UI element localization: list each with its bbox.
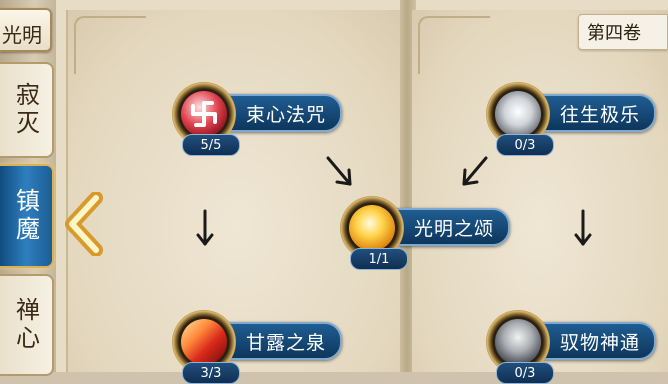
skill-progress: 1/1 <box>368 251 390 267</box>
tab-label: 寂灭 <box>11 82 40 138</box>
grey-spirit-icon <box>495 319 541 365</box>
tab-guangming-partial[interactable]: 光明 <box>0 8 52 52</box>
arrow-down-icon <box>196 209 214 246</box>
tab-label: 镇魔 <box>11 188 40 244</box>
skill-progress: 0/3 <box>514 137 536 153</box>
skill-progress-badge: 3/3 <box>182 362 240 384</box>
skill-progress-badge: 0/3 <box>496 362 554 384</box>
volume-tab[interactable]: 第四卷 <box>578 14 668 50</box>
golden-light-icon <box>349 205 395 251</box>
page-corner-ornament <box>418 16 490 74</box>
tab-chanxin[interactable]: 禅心 <box>0 274 54 376</box>
arrow-down-left-icon <box>462 156 488 186</box>
white-lotus-icon <box>495 91 541 137</box>
skill-progress-badge: 1/1 <box>350 248 408 270</box>
tab-jimie[interactable]: 寂灭 <box>0 62 54 158</box>
arrow-down-icon <box>574 209 592 246</box>
tab-label: 光明 <box>2 23 42 47</box>
tab-label: 禅心 <box>11 297 40 353</box>
skill-node-yuwu-shentong[interactable]: 驭物神通 0/3 <box>486 310 668 384</box>
crimson-blade-icon <box>181 319 227 365</box>
skill-progress-badge: 0/3 <box>496 134 554 156</box>
skill-progress: 3/3 <box>200 365 222 381</box>
red-swirl-icon <box>181 91 227 137</box>
skill-node-wangsheng-jile[interactable]: 往生极乐 0/3 <box>486 82 668 156</box>
skill-progress: 5/5 <box>200 137 222 153</box>
skill-node-ganlu-zhiquan[interactable]: 甘露之泉 3/3 <box>172 310 352 384</box>
chevron-left-icon[interactable] <box>62 192 106 256</box>
skill-progress-badge: 5/5 <box>182 134 240 156</box>
page-corner-ornament <box>74 16 146 74</box>
skill-progress: 0/3 <box>514 365 536 381</box>
skill-node-guangming-zhisong[interactable]: 光明之颂 1/1 <box>340 196 522 270</box>
volume-label: 第四卷 <box>587 23 641 44</box>
skill-node-shuxin-fazhou[interactable]: 束心法咒 5/5 <box>172 82 352 156</box>
arrow-down-right-icon <box>326 156 352 186</box>
tab-zhenmo[interactable]: 镇魔 <box>0 164 54 268</box>
